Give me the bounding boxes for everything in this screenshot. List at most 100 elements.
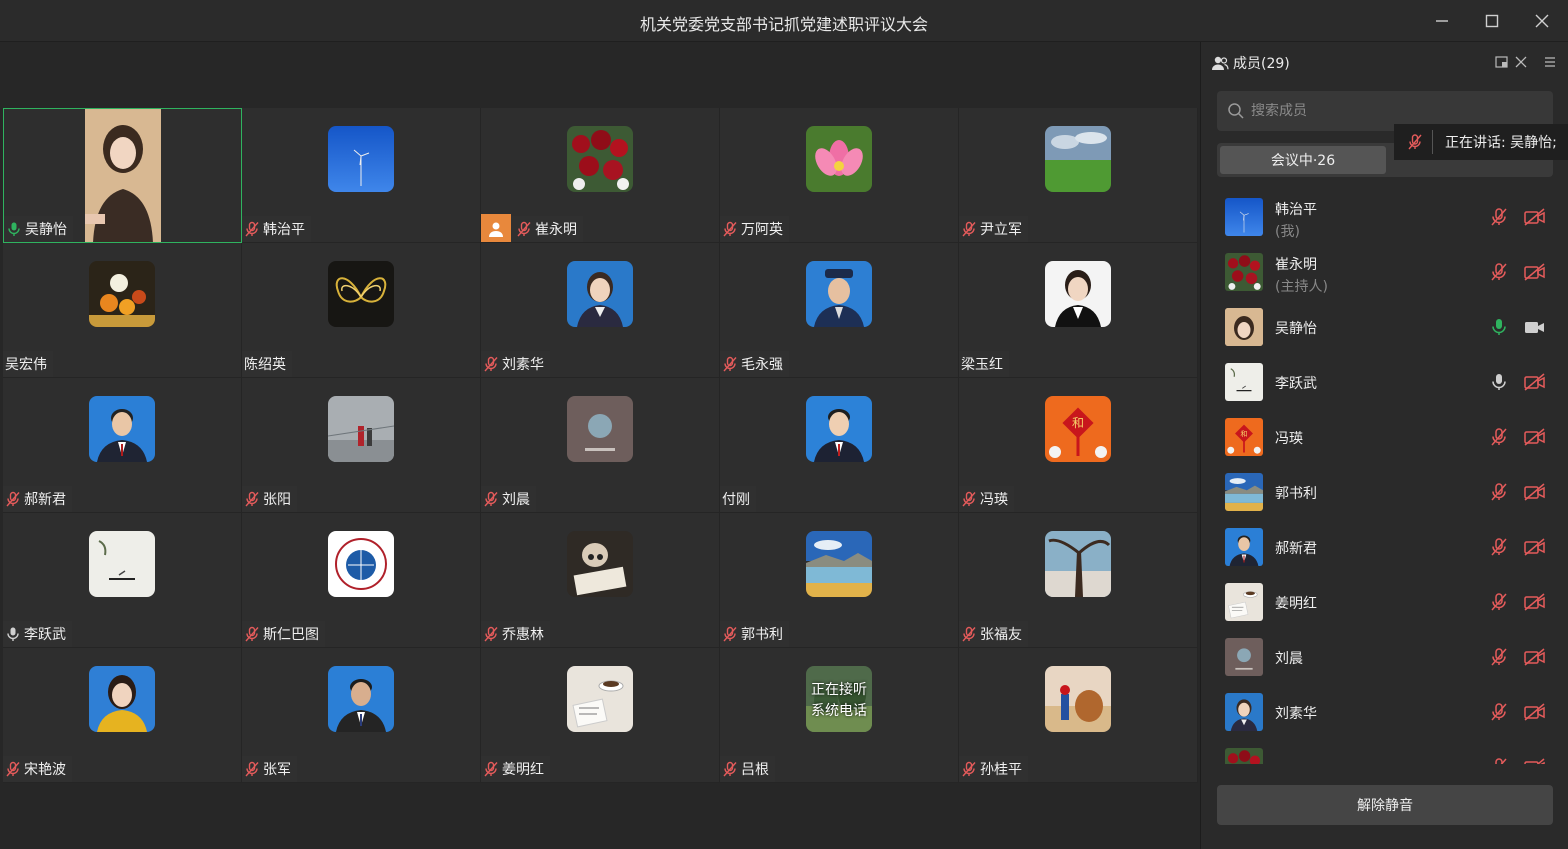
participant-name-bar: 吴宏伟 — [3, 351, 53, 377]
video-tile[interactable]: 正在接听 系统电话 吕根 — [720, 648, 959, 783]
mic-muted-icon — [962, 761, 976, 777]
mic-muted-icon[interactable] — [1489, 757, 1509, 764]
video-tile[interactable]: 韩治平 — [242, 108, 481, 243]
member-name: 冯瑛 — [1275, 431, 1303, 447]
video-tile[interactable]: 陈绍英 — [242, 243, 481, 378]
window-title: 机关党委党支部书记抓党建述职评议大会 — [639, 15, 928, 34]
close-panel-icon[interactable] — [1513, 54, 1529, 70]
participant-name: 吴静怡 — [25, 222, 67, 238]
participant-name: 刘晨 — [502, 492, 530, 508]
video-tile[interactable]: 宋艳波 — [3, 648, 242, 783]
mic-muted-icon[interactable] — [1489, 702, 1509, 722]
mic-muted-icon[interactable] — [1489, 262, 1509, 282]
mic-muted-icon[interactable] — [1489, 647, 1509, 667]
avatar — [806, 261, 872, 327]
menu-icon[interactable] — [1542, 54, 1558, 70]
member-row[interactable]: 韩治平 (我) — [1201, 190, 1568, 245]
member-name: 崔永明 — [1275, 257, 1317, 273]
avatar — [328, 396, 394, 462]
video-tile[interactable]: 万阿英 — [720, 108, 959, 243]
mic-muted-icon[interactable] — [1489, 482, 1509, 502]
mic-muted-icon[interactable] — [1489, 427, 1509, 447]
mic-icon[interactable] — [1489, 372, 1509, 392]
participant-name: 郝新君 — [24, 492, 66, 508]
camera-off-icon[interactable] — [1523, 372, 1547, 392]
mic-muted-icon[interactable] — [1489, 207, 1509, 227]
camera-off-icon[interactable] — [1523, 537, 1547, 557]
video-tile[interactable]: 付刚 — [720, 378, 959, 513]
camera-off-icon[interactable] — [1523, 757, 1547, 764]
maximize-button[interactable] — [1478, 8, 1506, 34]
participant-name: 吴宏伟 — [5, 357, 47, 373]
camera-off-icon[interactable] — [1523, 702, 1547, 722]
video-tile[interactable]: 李跃武 — [3, 513, 242, 648]
participant-name-bar: 陈绍英 — [242, 351, 292, 377]
member-row[interactable]: 刘晨 — [1201, 630, 1568, 685]
member-avatar — [1225, 583, 1263, 621]
mic-muted-icon — [962, 626, 976, 642]
camera-off-icon[interactable] — [1523, 427, 1547, 447]
camera-off-icon[interactable] — [1523, 207, 1547, 227]
member-role: (我) — [1275, 224, 1300, 240]
mic-muted-icon — [723, 356, 737, 372]
member-name: 姜明红 — [1275, 596, 1317, 612]
members-panel: 成员(29) 会议中·26 正在讲话: 吴静怡; 韩治平 (我) 崔永明 (主持人) 吴… — [1200, 42, 1568, 849]
video-tile[interactable]: 郝新君 — [3, 378, 242, 513]
avatar — [806, 531, 872, 597]
camera-off-icon[interactable] — [1523, 482, 1547, 502]
member-row[interactable] — [1201, 740, 1568, 764]
video-tile[interactable]: 乔惠林 — [481, 513, 720, 648]
close-button[interactable] — [1528, 8, 1556, 34]
member-row[interactable]: 姜明红 — [1201, 575, 1568, 630]
maximize-icon — [1485, 14, 1499, 28]
video-tile[interactable]: 崔永明 — [481, 108, 720, 243]
video-tile[interactable]: 刘晨 — [481, 378, 720, 513]
member-row[interactable]: 刘素华 — [1201, 685, 1568, 740]
tab-in-meeting[interactable]: 会议中·26 — [1220, 146, 1386, 174]
close-icon — [1535, 14, 1549, 28]
mic-muted-icon[interactable] — [1489, 592, 1509, 612]
video-tile[interactable]: 姜明红 — [481, 648, 720, 783]
member-row[interactable]: 崔永明 (主持人) — [1201, 245, 1568, 300]
member-row[interactable]: 郭书利 — [1201, 465, 1568, 520]
video-tile[interactable]: 张福友 — [959, 513, 1198, 648]
video-tile[interactable]: 郭书利 — [720, 513, 959, 648]
member-row[interactable]: 郝新君 — [1201, 520, 1568, 575]
camera-off-icon[interactable] — [1523, 647, 1547, 667]
search-input[interactable] — [1251, 103, 1541, 119]
mic-muted-icon[interactable] — [1406, 133, 1424, 151]
video-tile[interactable]: 吴静怡 — [3, 108, 242, 243]
participant-name: 崔永明 — [535, 222, 577, 238]
member-row[interactable]: 和 冯瑛 — [1201, 410, 1568, 465]
participant-name: 陈绍英 — [244, 357, 286, 373]
video-tile[interactable]: 吴宏伟 — [3, 243, 242, 378]
video-tile[interactable]: 刘素华 — [481, 243, 720, 378]
participant-name: 付刚 — [722, 492, 750, 508]
camera-off-icon[interactable] — [1523, 592, 1547, 612]
participant-name: 郭书利 — [741, 627, 783, 643]
mic-muted-icon[interactable] — [1489, 537, 1509, 557]
video-tile[interactable]: 斯仁巴图 — [242, 513, 481, 648]
unmute-button[interactable]: 解除静音 — [1217, 785, 1553, 825]
mic-muted-icon — [723, 626, 737, 642]
video-tile[interactable]: 张阳 — [242, 378, 481, 513]
popout-icon[interactable] — [1494, 54, 1510, 70]
participant-name: 斯仁巴图 — [263, 627, 319, 643]
video-tile[interactable]: 孙桂平 — [959, 648, 1198, 783]
video-tile[interactable]: 尹立军 — [959, 108, 1198, 243]
video-tile[interactable]: 张军 — [242, 648, 481, 783]
participant-name: 姜明红 — [502, 762, 544, 778]
video-tile[interactable]: 梁玉红 — [959, 243, 1198, 378]
camera-off-icon[interactable] — [1523, 262, 1547, 282]
video-tile[interactable]: 毛永强 — [720, 243, 959, 378]
mic-active-icon[interactable] — [1489, 317, 1509, 337]
participant-name: 吕根 — [741, 762, 769, 778]
member-row[interactable]: 李跃武 — [1201, 355, 1568, 410]
participant-name: 冯瑛 — [980, 492, 1008, 508]
participant-name: 张军 — [263, 762, 291, 778]
video-tile[interactable]: 和冯瑛 — [959, 378, 1198, 513]
participant-name: 孙桂平 — [980, 762, 1022, 778]
camera-icon[interactable] — [1523, 317, 1547, 337]
member-row[interactable]: 吴静怡 — [1201, 300, 1568, 355]
minimize-button[interactable] — [1428, 8, 1456, 34]
